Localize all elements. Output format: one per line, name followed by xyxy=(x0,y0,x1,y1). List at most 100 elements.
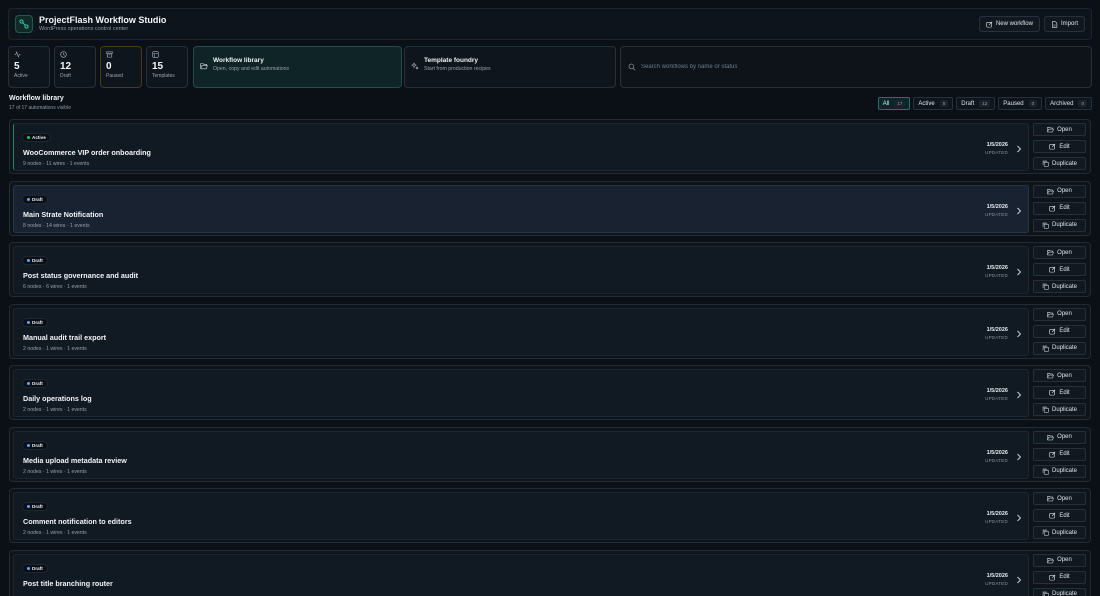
workflow-row[interactable]: Draft Post title branching router 1/5/20… xyxy=(13,553,1029,596)
row-actions: Open Edit Duplicate xyxy=(1033,369,1086,416)
workflow-list: Active WooCommerce VIP order onboarding … xyxy=(9,119,1091,596)
edit-button[interactable]: Edit xyxy=(1033,263,1086,276)
filter-draft-count: 12 xyxy=(979,100,991,107)
duplicate-button[interactable]: Duplicate xyxy=(1033,280,1086,293)
filter-all[interactable]: All 17 xyxy=(877,97,911,110)
filter-archived-count: 0 xyxy=(1078,100,1087,107)
nav-template-foundry[interactable]: Template foundry Start from production r… xyxy=(404,46,616,88)
folder-open-icon xyxy=(1047,373,1054,379)
chevron-right-icon[interactable] xyxy=(1016,207,1022,215)
workflow-updated: 1/5/2026 UPDATED xyxy=(985,573,1008,588)
workflow-row[interactable]: Draft Daily operations log 2 nodes · 1 w… xyxy=(13,369,1029,417)
stat-active[interactable]: 5 Active xyxy=(8,46,50,88)
workflow-row[interactable]: Draft Manual audit trail export 2 nodes … xyxy=(13,307,1029,356)
updated-date: 1/5/2026 xyxy=(986,203,1008,210)
search-box[interactable] xyxy=(620,46,1092,88)
duplicate-button[interactable]: Duplicate xyxy=(1033,587,1086,596)
duplicate-label: Duplicate xyxy=(1051,345,1077,351)
chevron-right-icon[interactable] xyxy=(1016,514,1022,522)
import-label: Import xyxy=(1060,21,1078,27)
open-button[interactable]: Open xyxy=(1033,246,1086,259)
new-workflow-button[interactable]: New workflow xyxy=(978,16,1040,32)
chevron-right-icon[interactable] xyxy=(1016,453,1022,461)
duplicate-button[interactable]: Duplicate xyxy=(1033,218,1086,232)
duplicate-button[interactable]: Duplicate xyxy=(1033,403,1086,416)
pencil-square-icon xyxy=(1049,205,1056,211)
edit-label: Edit xyxy=(1059,451,1070,457)
edit-button[interactable]: Edit xyxy=(1033,201,1086,215)
open-button[interactable]: Open xyxy=(1033,553,1086,567)
edit-label: Edit xyxy=(1059,512,1070,519)
edit-button[interactable]: Edit xyxy=(1033,570,1086,584)
duplicate-button[interactable]: Duplicate xyxy=(1033,341,1086,355)
chevron-right-icon[interactable] xyxy=(1016,330,1022,338)
workflow-meta: 9 nodes · 11 wires · 1 events xyxy=(23,161,90,167)
duplicate-button[interactable]: Duplicate xyxy=(1033,526,1086,539)
open-button[interactable]: Open xyxy=(1033,123,1086,136)
filter-all-count: 17 xyxy=(894,100,906,107)
open-button[interactable]: Open xyxy=(1033,184,1086,198)
folder-open-icon xyxy=(1047,496,1054,502)
workflow-card: Draft Manual audit trail export 2 nodes … xyxy=(9,303,1091,359)
updated-date: 1/5/2026 xyxy=(986,449,1008,456)
search-input[interactable] xyxy=(641,64,1041,70)
stat-draft[interactable]: 12 Draft xyxy=(54,46,96,88)
workflow-meta: 8 nodes · 14 wires · 1 events xyxy=(23,222,90,229)
copy-icon xyxy=(1042,283,1049,290)
edit-button[interactable]: Edit xyxy=(1033,324,1086,338)
filter-paused[interactable]: Paused 0 xyxy=(998,97,1043,110)
workflow-meta: 2 nodes · 1 wires · 1 events xyxy=(23,468,87,475)
edit-button[interactable]: Edit xyxy=(1033,447,1086,461)
open-button[interactable]: Open xyxy=(1033,430,1086,444)
duplicate-label: Duplicate xyxy=(1051,591,1077,596)
status-label: Draft xyxy=(32,565,43,571)
import-button[interactable]: Import xyxy=(1043,16,1085,32)
workflow-row[interactable]: Draft Media upload metadata review 2 nod… xyxy=(13,430,1029,479)
edit-button[interactable]: Edit xyxy=(1033,386,1086,399)
open-button[interactable]: Open xyxy=(1033,492,1086,505)
chevron-right-icon[interactable] xyxy=(1016,145,1022,153)
filter-active[interactable]: Active 5 xyxy=(913,97,954,110)
stat-draft-value: 12 xyxy=(60,61,72,72)
workflow-name: Manual audit trail export xyxy=(23,332,107,342)
filter-archived[interactable]: Archived 0 xyxy=(1045,97,1092,110)
status-label: Draft xyxy=(32,258,43,263)
updated-label: UPDATED xyxy=(985,457,1008,463)
filter-active-count: 5 xyxy=(939,100,949,107)
edit-button[interactable]: Edit xyxy=(1033,509,1086,522)
copy-icon xyxy=(1042,345,1049,352)
chevron-right-icon[interactable] xyxy=(1016,391,1022,399)
sparkles-icon xyxy=(411,62,419,70)
workflow-updated: 1/5/2026 UPDATED xyxy=(985,142,1008,157)
workflow-card: Draft Comment notification to editors 2 … xyxy=(9,488,1091,543)
duplicate-button[interactable]: Duplicate xyxy=(1033,157,1086,170)
workflow-row[interactable]: Active WooCommerce VIP order onboarding … xyxy=(13,123,1029,171)
status-dot-icon xyxy=(27,320,30,324)
workflow-meta: 2 nodes · 1 wires · 1 events xyxy=(23,530,87,536)
workflow-row[interactable]: Draft Main Strate Notification 8 nodes ·… xyxy=(13,184,1029,233)
status-badge: Draft xyxy=(22,440,48,450)
workflow-updated: 1/5/2026 UPDATED xyxy=(985,511,1008,526)
open-label: Open xyxy=(1057,249,1072,256)
chevron-right-icon[interactable] xyxy=(1016,576,1022,584)
duplicate-button[interactable]: Duplicate xyxy=(1033,464,1086,478)
workflow-row[interactable]: Draft Comment notification to editors 2 … xyxy=(13,492,1029,540)
template-icon xyxy=(152,51,159,58)
folder-open-icon xyxy=(1047,250,1054,256)
workflow-name: WooCommerce VIP order onboarding xyxy=(23,148,151,157)
nav-workflow-library[interactable]: Workflow library Open, copy and edit aut… xyxy=(193,46,402,88)
filter-draft[interactable]: Draft 12 xyxy=(956,97,996,110)
stat-paused[interactable]: 0 Paused xyxy=(100,46,142,88)
open-button[interactable]: Open xyxy=(1033,369,1086,382)
stat-templates[interactable]: 15 Templates xyxy=(146,46,188,88)
stat-paused-label: Paused xyxy=(106,73,123,79)
open-button[interactable]: Open xyxy=(1033,307,1086,321)
edit-button[interactable]: Edit xyxy=(1033,140,1086,153)
chevron-right-icon[interactable] xyxy=(1016,268,1022,276)
duplicate-label: Duplicate xyxy=(1051,468,1077,474)
pencil-square-icon xyxy=(986,21,993,27)
status-dot-icon xyxy=(27,136,30,139)
workflow-row[interactable]: Draft Post status governance and audit 6… xyxy=(13,246,1029,294)
workflow-card: Draft Post title branching router 1/5/20… xyxy=(9,549,1091,596)
workflow-meta: 2 nodes · 1 wires · 1 events xyxy=(23,345,87,352)
